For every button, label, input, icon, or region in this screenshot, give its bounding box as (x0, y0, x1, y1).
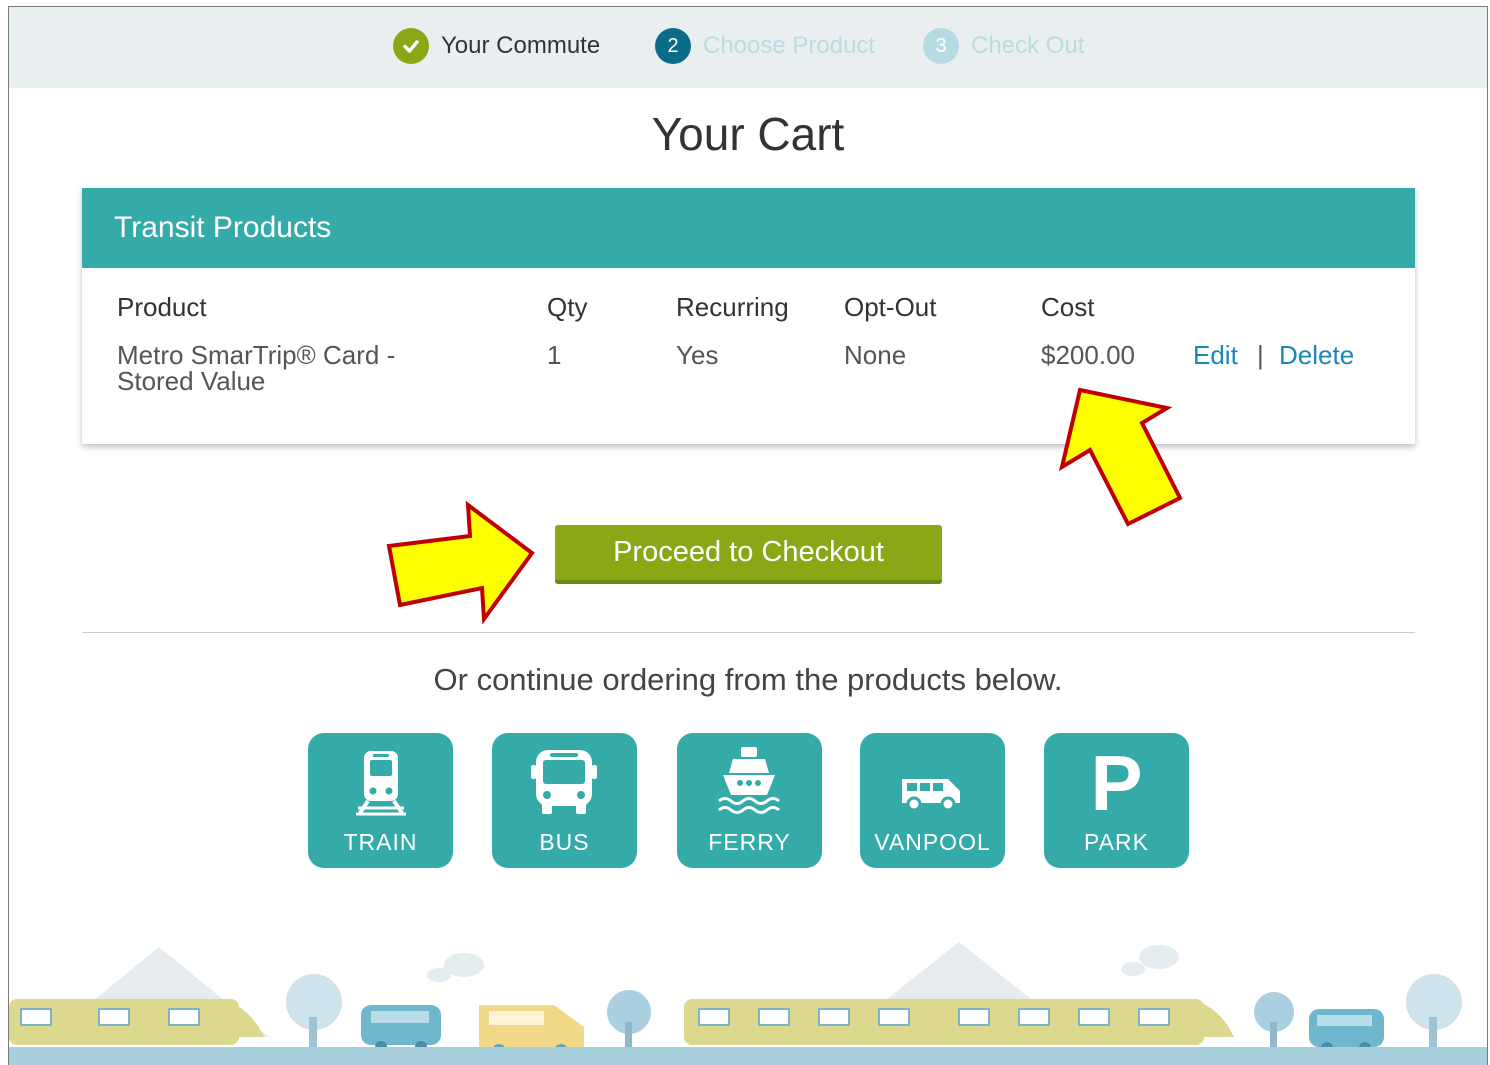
product-tile-train[interactable]: TRAIN (308, 733, 453, 868)
product-recurring: Yes (676, 340, 719, 370)
checkmark-icon (393, 28, 429, 64)
product-tile-label: BUS (539, 829, 590, 855)
cart-section-title: Transit Products (82, 188, 1415, 268)
product-tile-bus[interactable]: BUS (492, 733, 637, 868)
product-tile-ferry[interactable]: FERRY (677, 733, 822, 868)
column-header-cost: Cost (1041, 292, 1095, 322)
train-icon (356, 751, 406, 816)
step-label: Your Commute (441, 32, 601, 59)
transit-scene-illustration (9, 942, 1487, 1065)
progress-stepper: Your Commute 2 Choose Product 3 Check Ou… (9, 7, 1487, 88)
step-label: Check Out (971, 32, 1085, 59)
product-tile-label: PARK (1084, 829, 1149, 855)
continue-ordering-text: Or continue ordering from the products b… (433, 662, 1063, 697)
column-header-qty: Qty (547, 292, 588, 322)
product-tile-label: VANPOOL (874, 829, 991, 855)
step-your-commute[interactable]: Your Commute (393, 28, 600, 64)
column-header-product: Product (117, 292, 207, 322)
column-header-opt-out: Opt-Out (844, 292, 937, 322)
step-number: 3 (923, 28, 959, 64)
product-tile-vanpool[interactable]: VANPOOL (860, 733, 1005, 868)
product-opt-out: None (844, 340, 907, 370)
delete-link[interactable]: Delete (1279, 342, 1354, 368)
page-frame: Your Commute 2 Choose Product 3 Check Ou… (8, 6, 1488, 1065)
column-header-recurring: Recurring (676, 292, 789, 322)
step-check-out[interactable]: 3 Check Out (923, 28, 1084, 64)
step-label: Choose Product (703, 32, 876, 59)
product-name: Metro SmarTrip® Card - Stored Value (117, 342, 395, 394)
cart-card: Transit Products Product Qty Recurring O… (82, 188, 1415, 444)
step-choose-product[interactable]: 2 Choose Product (655, 28, 875, 64)
product-cost: $200.00 (1041, 340, 1135, 370)
proceed-to-checkout-button[interactable]: Proceed to Checkout (555, 525, 942, 584)
van-icon (902, 779, 960, 812)
link-separator: | (1257, 340, 1264, 370)
product-qty: 1 (547, 340, 562, 370)
product-tile-label: TRAIN (343, 829, 418, 855)
edit-link[interactable]: Edit (1193, 342, 1238, 368)
divider (82, 632, 1415, 633)
product-tile-label: FERRY (708, 829, 791, 855)
bus-icon (531, 750, 597, 814)
product-name-line2: Stored Value (117, 366, 266, 396)
ferry-icon (718, 747, 780, 814)
parking-icon: P (1090, 739, 1143, 827)
step-number: 2 (655, 28, 691, 64)
page-title: Your Cart (651, 108, 845, 160)
product-tile-park[interactable]: P PARK (1044, 733, 1189, 868)
